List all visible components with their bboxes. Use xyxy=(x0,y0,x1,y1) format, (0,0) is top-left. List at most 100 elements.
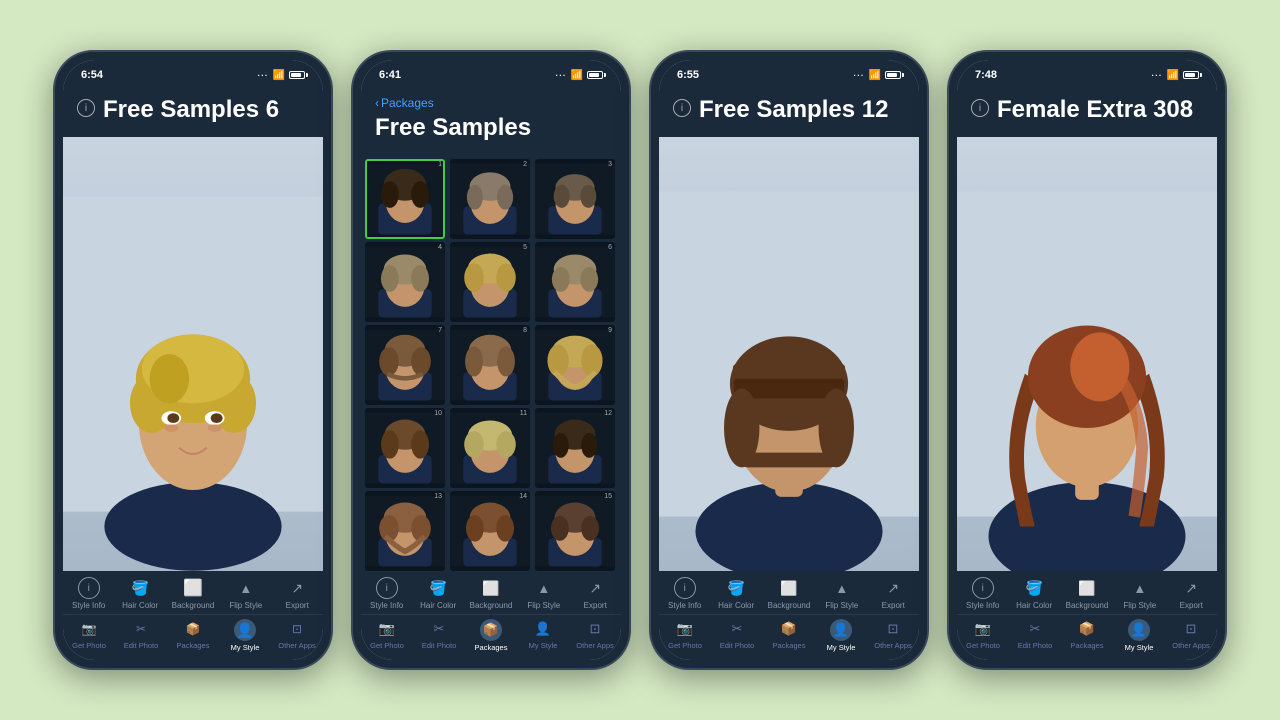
signal-dots-2: ··· xyxy=(556,71,567,80)
nav-other-apps-2[interactable]: ⊡ Other Apps xyxy=(576,619,614,652)
toolbar-hair-color-2[interactable]: 🪣 Hair Color xyxy=(418,577,458,610)
nav-my-style-2[interactable]: 👤 My Style xyxy=(524,619,562,652)
bottom-nav-3: 📷 Get Photo ✂ Edit Photo 📦 Packages 👤 My… xyxy=(659,614,919,660)
nav-edit-photo-2[interactable]: ✂ Edit Photo xyxy=(420,619,458,652)
phone-screen-1: 6:54 ··· 📶 i Free Samples 6 xyxy=(63,60,323,660)
style-info-icon-3: i xyxy=(674,577,696,599)
status-bar-3: 6:55 ··· 📶 xyxy=(659,60,919,88)
grid-cell-14[interactable]: 14 xyxy=(450,491,530,571)
grid-cell-5[interactable]: 5 xyxy=(450,242,530,322)
grid-cell-12[interactable]: 12 xyxy=(535,408,615,488)
status-icons-2: ··· 📶 xyxy=(556,70,603,81)
nav-edit-photo-3[interactable]: ✂ Edit Photo xyxy=(718,619,756,652)
grid-cell-11[interactable]: 11 xyxy=(450,408,530,488)
hair-color-icon-4: 🪣 xyxy=(1023,577,1045,599)
nav-other-apps-1[interactable]: ⊡ Other Apps xyxy=(278,619,316,652)
toolbar-1: i Style Info 🪣 Hair Color ⬜ Background ▲… xyxy=(63,571,323,614)
style-info-icon-1: i xyxy=(78,577,100,599)
toolbar-flip-3[interactable]: ▲ Flip Style xyxy=(822,577,862,610)
toolbar-style-info-2[interactable]: i Style Info xyxy=(367,577,407,610)
toolbar-background-2[interactable]: ⬜ Background xyxy=(470,577,513,610)
status-bar-4: 7:48 ··· 📶 xyxy=(957,60,1217,88)
toolbar-export-1[interactable]: ↗ Export xyxy=(277,577,317,610)
toolbar-background-3[interactable]: ⬜ Background xyxy=(768,577,811,610)
info-icon-3[interactable]: i xyxy=(673,99,691,117)
wifi-icon-4: 📶 xyxy=(1167,70,1179,81)
packages-icon-4: 📦 xyxy=(1077,619,1097,639)
app-header-3: i Free Samples 12 xyxy=(659,88,919,137)
grid-cell-2[interactable]: 2 xyxy=(450,159,530,239)
other-apps-icon-2: ⊡ xyxy=(585,619,605,639)
grid-cell-13[interactable]: 13 xyxy=(365,491,445,571)
toolbar-flip-2[interactable]: ▲ Flip Style xyxy=(524,577,564,610)
grid-cell-9[interactable]: 9 xyxy=(535,325,615,405)
toolbar-flip-4[interactable]: ▲ Flip Style xyxy=(1120,577,1160,610)
get-photo-icon-4: 📷 xyxy=(973,619,993,639)
toolbar-style-info-3[interactable]: i Style Info xyxy=(665,577,705,610)
toolbar-export-4[interactable]: ↗ Export xyxy=(1171,577,1211,610)
toolbar-hair-color-3[interactable]: 🪣 Hair Color xyxy=(716,577,756,610)
info-icon-4[interactable]: i xyxy=(971,99,989,117)
toolbar-hair-color-4[interactable]: 🪣 Hair Color xyxy=(1014,577,1054,610)
header-back-2[interactable]: ‹ Packages xyxy=(375,96,607,110)
nav-my-style-4[interactable]: 👤 My Style xyxy=(1120,619,1158,652)
toolbar-flip-1[interactable]: ▲ Flip Style xyxy=(226,577,266,610)
grid-cell-4[interactable]: 4 xyxy=(365,242,445,322)
toolbar-hair-color-1[interactable]: 🪣 Hair Color xyxy=(120,577,160,610)
bottom-nav-4: 📷 Get Photo ✂ Edit Photo 📦 Packages 👤 My… xyxy=(957,614,1217,660)
background-label-1: Background xyxy=(172,601,215,610)
nav-edit-photo-4[interactable]: ✂ Edit Photo xyxy=(1016,619,1054,652)
nav-edit-photo-1[interactable]: ✂ Edit Photo xyxy=(122,619,160,652)
style-info-icon-2: i xyxy=(376,577,398,599)
header-info-row-1: i Free Samples 6 xyxy=(77,96,309,125)
nav-get-photo-1[interactable]: 📷 Get Photo xyxy=(70,619,108,652)
flip-icon-1: ▲ xyxy=(235,577,257,599)
toolbar-background-4[interactable]: ⬜ Background xyxy=(1066,577,1109,610)
grid-cell-15[interactable]: 15 xyxy=(535,491,615,571)
nav-packages-1[interactable]: 📦 Packages xyxy=(174,619,212,652)
nav-get-photo-4[interactable]: 📷 Get Photo xyxy=(964,619,1002,652)
hair-color-icon-1: 🪣 xyxy=(129,577,151,599)
grid-cell-10[interactable]: 10 xyxy=(365,408,445,488)
toolbar-style-info-1[interactable]: i Style Info xyxy=(69,577,109,610)
nav-packages-2[interactable]: 📦 Packages xyxy=(472,619,510,652)
wifi-icon-2: 📶 xyxy=(571,70,583,81)
hair-grid-2: 1 2 xyxy=(365,159,617,571)
grid-cell-7[interactable]: 7 xyxy=(365,325,445,405)
other-apps-icon-4: ⊡ xyxy=(1181,619,1201,639)
style-info-label-2: Style Info xyxy=(370,601,403,610)
status-time-2: 6:41 xyxy=(379,69,401,81)
status-icons-4: ··· 📶 xyxy=(1152,70,1199,81)
toolbar-export-2[interactable]: ↗ Export xyxy=(575,577,615,610)
app-header-2: ‹ Packages Free Samples xyxy=(361,88,621,155)
nav-get-photo-2[interactable]: 📷 Get Photo xyxy=(368,619,406,652)
grid-cell-1[interactable]: 1 xyxy=(365,159,445,239)
flip-label-2: Flip Style xyxy=(527,601,560,610)
nav-my-style-3[interactable]: 👤 My Style xyxy=(822,619,860,652)
bottom-nav-1: 📷 Get Photo ✂ Edit Photo 📦 Packages 👤 My… xyxy=(63,614,323,660)
nav-packages-4[interactable]: 📦 Packages xyxy=(1068,619,1106,652)
toolbar-export-3[interactable]: ↗ Export xyxy=(873,577,913,610)
background-icon-2: ⬜ xyxy=(480,577,502,599)
info-icon-1[interactable]: i xyxy=(77,99,95,117)
nav-other-apps-3[interactable]: ⊡ Other Apps xyxy=(874,619,912,652)
nav-my-style-1[interactable]: 👤 My Style xyxy=(226,619,264,652)
nav-other-apps-4[interactable]: ⊡ Other Apps xyxy=(1172,619,1210,652)
grid-cell-3[interactable]: 3 xyxy=(535,159,615,239)
toolbar-3: i Style Info 🪣 Hair Color ⬜ Background ▲… xyxy=(659,571,919,614)
get-photo-icon-1: 📷 xyxy=(79,619,99,639)
background-icon-3: ⬜ xyxy=(778,577,800,599)
battery-icon-3 xyxy=(885,71,901,79)
toolbar-4: i Style Info 🪣 Hair Color ⬜ Background ▲… xyxy=(957,571,1217,614)
app-title-3: Free Samples 12 xyxy=(699,96,888,125)
nav-packages-3[interactable]: 📦 Packages xyxy=(770,619,808,652)
my-style-icon-1: 👤 xyxy=(234,619,256,641)
toolbar-style-info-4[interactable]: i Style Info xyxy=(963,577,1003,610)
grid-cell-8[interactable]: 8 xyxy=(450,325,530,405)
toolbar-background-1[interactable]: ⬜ Background xyxy=(172,577,215,610)
grid-cell-6[interactable]: 6 xyxy=(535,242,615,322)
nav-get-photo-3[interactable]: 📷 Get Photo xyxy=(666,619,704,652)
app-header-1: i Free Samples 6 xyxy=(63,88,323,137)
app-title-4: Female Extra 308 xyxy=(997,96,1193,125)
bottom-nav-2: 📷 Get Photo ✂ Edit Photo 📦 Packages 👤 My… xyxy=(361,614,621,660)
